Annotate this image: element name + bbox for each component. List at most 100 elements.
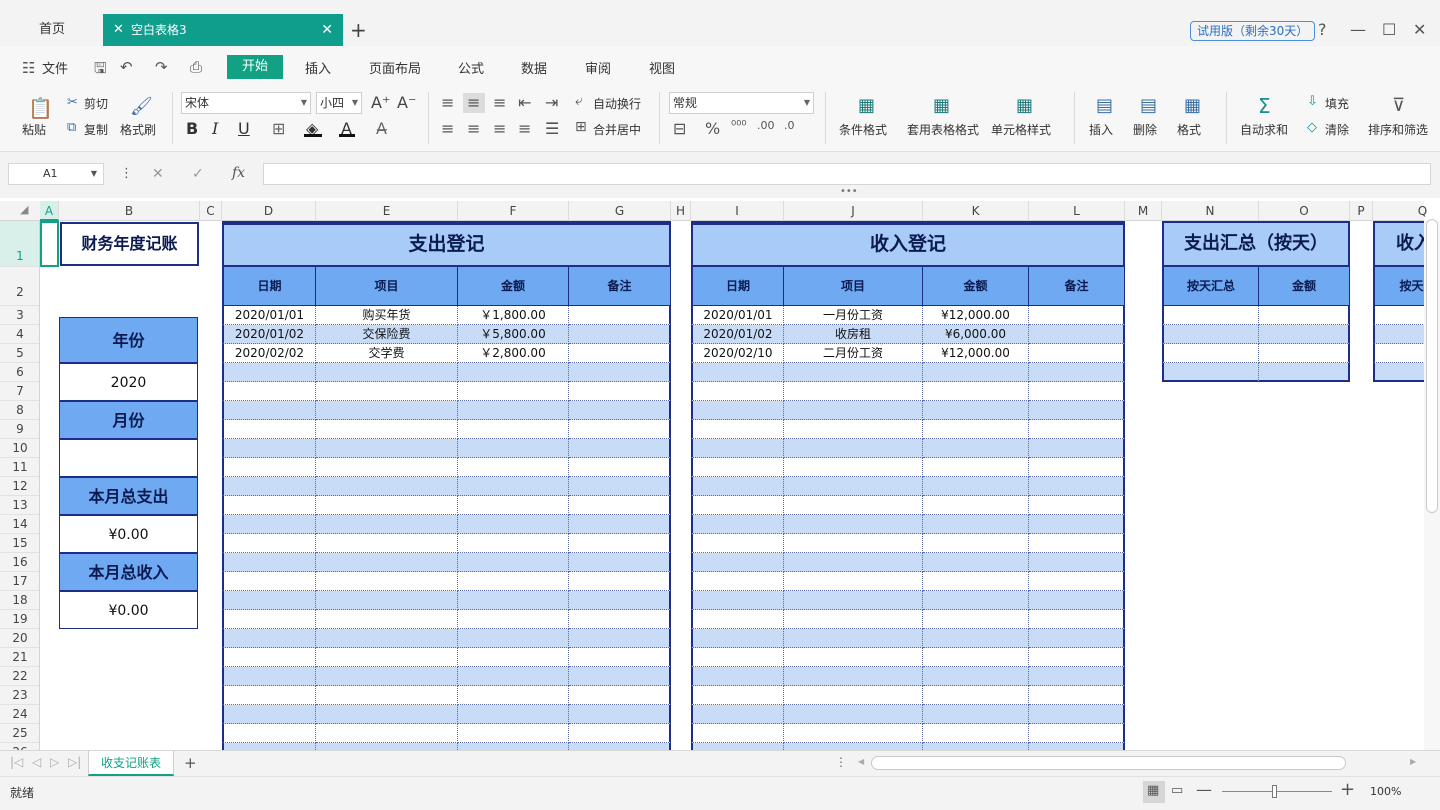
underline-icon[interactable]: U xyxy=(238,119,250,138)
expense-cell[interactable] xyxy=(458,534,569,553)
next-sheet-icon[interactable]: ▷ xyxy=(50,755,59,769)
year-value[interactable]: 2020 xyxy=(59,363,198,401)
expense-cell[interactable] xyxy=(569,382,671,401)
row-header-cell[interactable]: 18 xyxy=(0,591,39,610)
sort-filter-button[interactable]: 排序和筛选 xyxy=(1368,121,1428,138)
delete-cells-icon[interactable]: ▤ xyxy=(1140,95,1157,116)
bold-icon[interactable]: B xyxy=(186,119,198,138)
formula-input[interactable] xyxy=(263,163,1431,185)
horizontal-scroll-thumb[interactable] xyxy=(871,756,1346,770)
income-cell[interactable] xyxy=(1029,572,1125,591)
income-cell[interactable] xyxy=(691,534,784,553)
font-name-select[interactable]: 宋体 ▼ xyxy=(181,92,311,114)
income-cell[interactable] xyxy=(784,401,923,420)
row-header-cell[interactable]: 14 xyxy=(0,515,39,534)
income-cell[interactable] xyxy=(784,458,923,477)
expense-cell[interactable] xyxy=(458,648,569,667)
expense-cell[interactable] xyxy=(222,667,316,686)
expense-cell[interactable] xyxy=(569,477,671,496)
expense-cell[interactable] xyxy=(569,439,671,458)
row-header-cell[interactable]: 3 xyxy=(0,306,39,325)
income-cell[interactable] xyxy=(1029,515,1125,534)
income-cell[interactable] xyxy=(691,667,784,686)
delete-cells-button[interactable]: 删除 xyxy=(1133,121,1157,138)
first-sheet-icon[interactable]: |◁ xyxy=(10,755,23,769)
income-cell[interactable] xyxy=(784,477,923,496)
income-cell[interactable] xyxy=(691,477,784,496)
redo-icon[interactable]: ↷ xyxy=(155,58,168,76)
menu-page-layout[interactable]: 页面布局 xyxy=(369,58,421,77)
expense-cell[interactable] xyxy=(316,743,458,750)
expense-cell[interactable] xyxy=(222,743,316,750)
justify-icon[interactable]: ≡ xyxy=(518,119,531,138)
help-icon[interactable]: ? xyxy=(1318,20,1327,39)
income-cell[interactable] xyxy=(923,667,1029,686)
income_summary-cell[interactable] xyxy=(1373,363,1424,382)
expense-cell[interactable] xyxy=(222,705,316,724)
income-cell[interactable] xyxy=(1029,401,1125,420)
column-header-cell[interactable]: C xyxy=(200,201,222,221)
decrease-decimal-icon[interactable]: .0 xyxy=(784,119,795,132)
expense-cell[interactable] xyxy=(458,572,569,591)
zoom-slider-thumb[interactable] xyxy=(1272,785,1277,798)
expense-cell[interactable] xyxy=(458,553,569,572)
income-cell[interactable] xyxy=(784,439,923,458)
maximize-icon[interactable]: ☐ xyxy=(1382,20,1396,39)
expense_summary-cell[interactable] xyxy=(1259,325,1350,344)
menu-review[interactable]: 审阅 xyxy=(585,58,611,77)
expense-cell[interactable] xyxy=(222,648,316,667)
income-cell[interactable] xyxy=(923,363,1029,382)
expense_summary-cell[interactable] xyxy=(1162,363,1259,382)
income-cell[interactable] xyxy=(923,439,1029,458)
scroll-left-icon[interactable]: ◀ xyxy=(858,757,864,766)
expense-cell[interactable] xyxy=(316,363,458,382)
outdent-icon[interactable]: ⇤ xyxy=(518,93,531,112)
expense-cell[interactable] xyxy=(458,705,569,724)
income-cell[interactable] xyxy=(784,705,923,724)
income-cell[interactable] xyxy=(784,382,923,401)
column-header-cell[interactable]: L xyxy=(1029,201,1125,221)
expense-cell[interactable] xyxy=(458,610,569,629)
insert-cells-icon[interactable]: ▤ xyxy=(1096,95,1113,116)
total-income-value[interactable]: ¥0.00 xyxy=(59,591,198,629)
expense-cell[interactable] xyxy=(222,591,316,610)
row-header-cell[interactable]: 17 xyxy=(0,572,39,591)
save-icon[interactable]: 🖫 xyxy=(94,58,107,83)
currency-icon[interactable]: ⊟ xyxy=(673,119,686,138)
income-cell[interactable] xyxy=(923,515,1029,534)
copy-button[interactable]: 复制 xyxy=(84,121,108,138)
autosum-icon[interactable]: Σ xyxy=(1258,94,1271,118)
income-cell[interactable] xyxy=(784,648,923,667)
income-cell[interactable] xyxy=(1029,629,1125,648)
close-window-icon[interactable]: ✕ xyxy=(1413,20,1426,39)
expense-cell[interactable] xyxy=(222,724,316,743)
align-top-icon[interactable]: ≡ xyxy=(441,93,454,112)
income-cell[interactable] xyxy=(691,705,784,724)
row-header-cell[interactable]: 22 xyxy=(0,667,39,686)
zoom-out-icon[interactable]: — xyxy=(1196,780,1212,799)
fill-button[interactable]: 填充 xyxy=(1325,95,1349,112)
row-header-cell[interactable]: 10 xyxy=(0,439,39,458)
income-cell[interactable] xyxy=(691,743,784,750)
income-cell[interactable] xyxy=(784,553,923,572)
number-format-select[interactable]: 常规 ▼ xyxy=(669,92,814,114)
expense-cell[interactable] xyxy=(316,572,458,591)
align-center-icon[interactable]: ≡ xyxy=(467,119,480,138)
row-header-cell[interactable]: 5 xyxy=(0,344,39,363)
last-sheet-icon[interactable]: ▷| xyxy=(68,755,81,769)
expense-cell[interactable]: 交学费 xyxy=(316,344,458,363)
expense-cell[interactable]: ￥5,800.00 xyxy=(458,325,569,344)
row-header-cell[interactable]: 12 xyxy=(0,477,39,496)
expense-cell[interactable]: 2020/01/01 xyxy=(222,306,316,325)
expense-cell[interactable] xyxy=(458,743,569,750)
income-cell[interactable] xyxy=(1029,648,1125,667)
expense-cell[interactable]: ￥1,800.00 xyxy=(458,306,569,325)
page-view-icon[interactable]: ▭ xyxy=(1171,783,1183,798)
row-header-cell[interactable]: 4 xyxy=(0,325,39,344)
expense-cell[interactable] xyxy=(316,534,458,553)
income-cell[interactable]: 2020/01/01 xyxy=(691,306,784,325)
expense-cell[interactable] xyxy=(316,496,458,515)
income-cell[interactable] xyxy=(1029,743,1125,750)
expense-cell[interactable] xyxy=(458,439,569,458)
column-header-cell[interactable]: E xyxy=(316,201,458,221)
